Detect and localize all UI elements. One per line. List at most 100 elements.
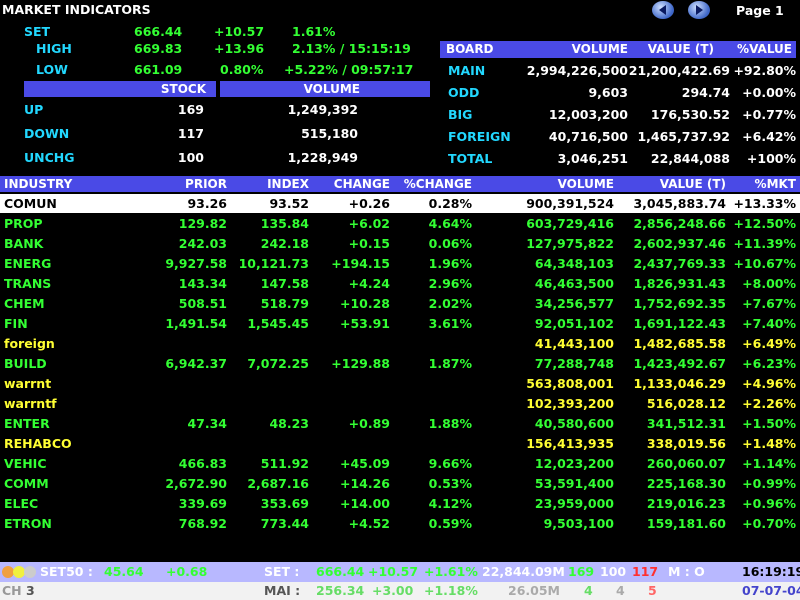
industry-volume: 156,413,935 — [526, 436, 614, 451]
industry-change: +4.52 — [348, 516, 390, 531]
board-row-pct: +100% — [746, 151, 796, 166]
board-value-header: VALUE (T) — [647, 42, 714, 56]
industry-col-index: INDEX — [267, 177, 309, 191]
industry-index: 135.84 — [260, 216, 309, 231]
table-row[interactable]: foreign 41,443,100 1,482,685.58 +6.49% — [0, 334, 800, 354]
industry-name: COMM — [4, 476, 49, 491]
stock-row-count: 169 — [177, 102, 204, 117]
industry-value: 1,133,046.29 — [633, 376, 726, 391]
industry-index: 242.18 — [260, 236, 309, 251]
industry-prior: 6,942.37 — [165, 356, 227, 371]
board-row-pct: +92.80% — [733, 63, 796, 78]
industry-volume: 900,391,524 — [526, 196, 614, 211]
industry-value: 1,691,122.43 — [633, 316, 726, 331]
industry-prior: 47.34 — [187, 416, 227, 431]
industry-mkt: +2.26% — [742, 396, 796, 411]
mai-change: +3.00 — [372, 583, 414, 598]
industry-index: 1,545.45 — [247, 316, 309, 331]
table-row[interactable]: FIN 1,491.54 1,545.45 +53.91 3.61% 92,051,102… — [0, 314, 800, 334]
industry-name: VEHIC — [4, 456, 47, 471]
industry-name: ELEC — [4, 496, 39, 511]
mai-label: MAI : — [264, 583, 301, 598]
board-pct-header: %VALUE — [737, 42, 792, 56]
industry-name: foreign — [4, 336, 55, 351]
industry-pct: 1.88% — [428, 416, 472, 431]
table-row[interactable]: ELEC 339.69 353.69 +14.00 4.12% 23,959,000 219… — [0, 494, 800, 514]
industry-name: FIN — [4, 316, 28, 331]
status-up-count: 169 — [568, 564, 595, 579]
industry-value: 225,168.30 — [646, 476, 726, 491]
industry-volume: 563,808,001 — [526, 376, 614, 391]
page-title: MARKET INDICATORS — [2, 2, 151, 17]
industry-volume: 23,959,000 — [534, 496, 614, 511]
set-change: +10.57 — [214, 24, 265, 39]
table-row[interactable]: ENERG 9,927.58 10,121.73 +194.15 1.96% 64,348… — [0, 254, 800, 274]
table-row[interactable]: COMM 2,672.90 2,687.16 +14.26 0.53% 53,591,40… — [0, 474, 800, 494]
industry-value: 260,060.07 — [646, 456, 726, 471]
status-bar-top: SET50 : 45.64 +0.68 SET : 666.44 +10.57 … — [0, 562, 800, 582]
table-row[interactable]: BUILD 6,942.37 7,072.25 +129.88 1.87% 77,288,… — [0, 354, 800, 374]
board-row-volume: 40,716,500 — [548, 129, 628, 144]
industry-prior: 129.82 — [178, 216, 227, 231]
status-date: 07-07-04 — [742, 583, 800, 598]
table-row[interactable]: REHABCO 156,413,935 338,019.56 +1.48% — [0, 434, 800, 454]
industry-change: +0.26 — [348, 196, 390, 211]
industry-volume: 9,503,100 — [543, 516, 614, 531]
board-row-name: FOREIGN — [448, 129, 511, 144]
table-row[interactable]: warrnt 563,808,001 1,133,046.29 +4.96% — [0, 374, 800, 394]
status-grey-icon — [24, 566, 36, 578]
industry-change: +6.02 — [348, 216, 390, 231]
industry-change: +129.88 — [331, 356, 390, 371]
industry-mkt: +4.96% — [742, 376, 796, 391]
industry-prior: 768.92 — [178, 516, 227, 531]
table-row[interactable]: warrntf 102,393,200 516,028.12 +2.26% — [0, 394, 800, 414]
industry-prior: 339.69 — [178, 496, 227, 511]
industry-volume: 46,463,500 — [534, 276, 614, 291]
stock-header-label: STOCK — [160, 82, 206, 96]
high-pct-time: 2.13% / 15:15:19 — [292, 41, 411, 56]
table-row[interactable]: ETRON 768.92 773.44 +4.52 0.59% 9,503,100 159,… — [0, 514, 800, 534]
arrow-right-icon — [696, 5, 703, 15]
board-row-value: 294.74 — [681, 85, 730, 100]
table-row[interactable]: COMUN 93.26 93.52 +0.26 0.28% 900,391,524 3,04… — [0, 194, 800, 213]
next-page-button[interactable] — [688, 1, 710, 19]
industry-prior: 2,672.90 — [165, 476, 227, 491]
industry-value: 1,826,931.43 — [633, 276, 726, 291]
industry-col-change: CHANGE — [333, 177, 390, 191]
board-header-label: BOARD — [446, 42, 494, 56]
industry-pct: 4.64% — [428, 216, 472, 231]
industry-change: +14.26 — [339, 476, 390, 491]
industry-change: +53.91 — [339, 316, 390, 331]
table-row[interactable]: TRANS 143.34 147.58 +4.24 2.96% 46,463,500 1,8… — [0, 274, 800, 294]
set50-label: SET50 : — [40, 564, 93, 579]
table-row[interactable]: PROP 129.82 135.84 +6.02 4.64% 603,729,416 2,8… — [0, 214, 800, 234]
table-row[interactable]: BANK 242.03 242.18 +0.15 0.06% 127,975,822 2,6… — [0, 234, 800, 254]
industry-change: +4.24 — [348, 276, 390, 291]
industry-mkt: +10.67% — [733, 256, 796, 271]
industry-volume: 127,975,822 — [526, 236, 614, 251]
industry-index: 147.58 — [260, 276, 309, 291]
table-row[interactable]: VEHIC 466.83 511.92 +45.09 9.66% 12,023,200 26… — [0, 454, 800, 474]
industry-pct: 1.87% — [428, 356, 472, 371]
set-pct: 1.61% — [292, 24, 336, 39]
industry-mkt: +12.50% — [733, 216, 796, 231]
board-row-name: BIG — [448, 107, 473, 122]
table-row[interactable]: CHEM 508.51 518.79 +10.28 2.02% 34,256,577 1,7… — [0, 294, 800, 314]
status-set-turnover: 22,844.09M — [482, 564, 565, 579]
arrow-left-icon — [659, 5, 666, 15]
set-label: SET — [24, 24, 51, 39]
industry-mkt: +6.49% — [742, 336, 796, 351]
low-change: 0.80% — [220, 62, 264, 77]
industry-mkt: +8.00% — [742, 276, 796, 291]
industry-index: 353.69 — [260, 496, 309, 511]
stock-header: STOCK — [24, 81, 216, 97]
industry-value: 2,437,769.33 — [633, 256, 726, 271]
board-row-volume: 3,046,251 — [557, 151, 628, 166]
low-pct-time: +5.22% / 09:57:17 — [284, 62, 414, 77]
industry-change: +194.15 — [331, 256, 390, 271]
industry-name: warrnt — [4, 376, 52, 391]
previous-page-button[interactable] — [652, 1, 674, 19]
industry-pct: 3.61% — [428, 316, 472, 331]
table-row[interactable]: ENTER 47.34 48.23 +0.89 1.88% 40,580,600 341,5… — [0, 414, 800, 434]
industry-change: +45.09 — [339, 456, 390, 471]
